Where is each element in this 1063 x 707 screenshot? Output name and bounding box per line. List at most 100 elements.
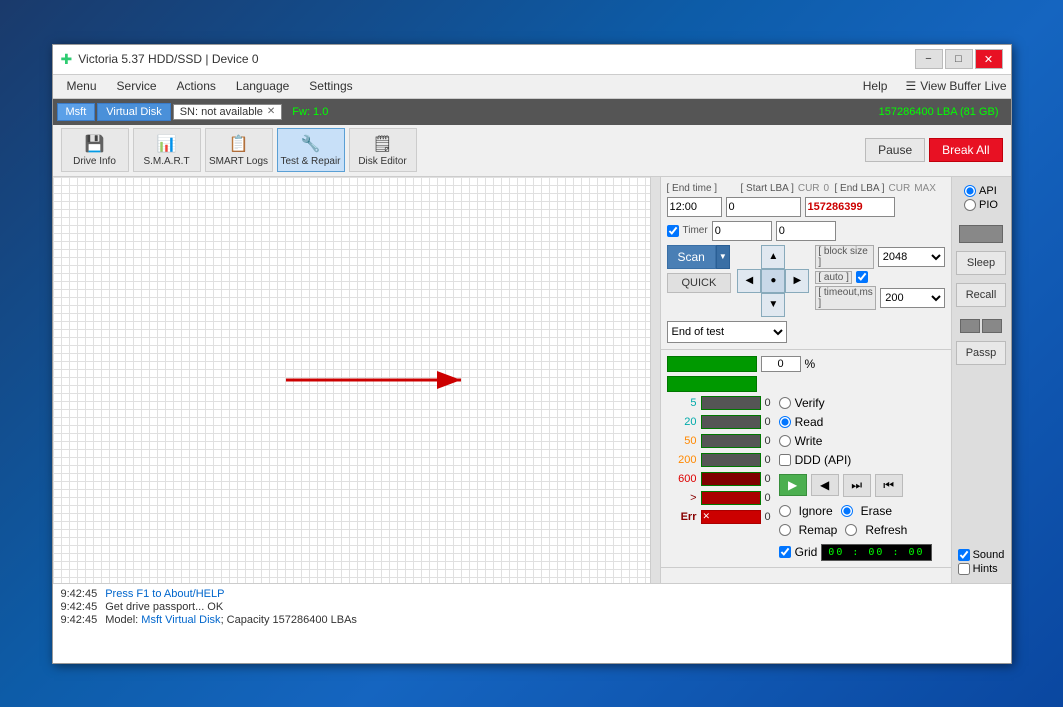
pio-radio-item: PIO [964,199,998,211]
scan-dropdown-arrow[interactable]: ▼ [716,245,730,269]
diamond-empty-tl [737,245,761,269]
end-of-test-select[interactable]: End of test Restart Shutdown [667,321,787,343]
end-lba-input[interactable] [805,197,895,217]
diamond-center[interactable]: ● [761,269,785,293]
menu-item-help[interactable]: Help [853,77,898,95]
diamond-down[interactable]: ▼ [761,293,785,317]
stat-bar-err: ✕ [701,510,761,524]
read-radio[interactable] [779,416,791,428]
cur-label1: CUR [798,183,820,194]
hints-checkbox[interactable] [958,563,970,575]
diamond-up[interactable]: ▲ [761,245,785,269]
log-model-vdisk: Virtual Disk [165,614,220,626]
auto-checkbox[interactable] [856,271,868,283]
right-panel: [ End time ] [ Start LBA ] CUR 0 [ End L… [661,177,951,583]
scan-scrollbar[interactable] [650,177,660,583]
close-button[interactable]: ✕ [975,49,1003,69]
progress-pct-input[interactable] [761,356,801,372]
title-bar: ✚ Victoria 5.37 HDD/SSD | Device 0 − □ ✕ [53,45,1011,75]
sleep-button[interactable]: Sleep [956,251,1006,275]
smart-button[interactable]: 📊 S.M.A.R.T [133,128,201,172]
menu-bar: Menu Service Actions Language Settings H… [53,75,1011,99]
stat-row-20: 20 0 [667,415,771,429]
right-controls: Verify Read Write DDD [779,396,945,561]
cur-label2: CUR [889,183,911,194]
lba-label: 157286400 LBA (81 GB) [879,106,999,118]
err-x-icon: ✕ [703,511,711,522]
log-model-prefix: Model: [105,614,141,626]
menu-item-menu[interactable]: Menu [57,77,107,95]
menu-item-service[interactable]: Service [107,77,167,95]
main-content: [ End time ] [ Start LBA ] CUR 0 [ End L… [53,177,1011,583]
cur-val1: 0 [824,183,830,194]
erase-radio[interactable] [841,505,853,517]
write-radio[interactable] [779,435,791,447]
sound-checkbox[interactable] [958,549,970,561]
play-button[interactable]: ▶ [779,474,807,496]
app-icon: ✚ [61,51,73,68]
scan-dropdown: Scan ▼ [667,245,732,269]
recall-button[interactable]: Recall [956,283,1006,307]
diamond-right[interactable]: ▶ [785,269,809,293]
pio-radio[interactable] [964,199,976,211]
sound-label: Sound [973,549,1005,561]
maximize-button[interactable]: □ [945,49,973,69]
end-time-input[interactable] [667,197,722,217]
ddd-checkbox[interactable] [779,454,791,466]
smart-logs-button[interactable]: 📋 SMART Logs [205,128,273,172]
ignore-radio[interactable] [779,505,791,517]
timer-label: Timer [683,225,708,236]
grid-checkbox[interactable] [779,546,791,558]
start-lba-input[interactable] [726,197,801,217]
menu-item-actions[interactable]: Actions [167,77,226,95]
api-radio[interactable] [964,185,976,197]
mini-button-3[interactable] [982,319,1002,333]
verify-radio[interactable] [779,397,791,409]
remap-radio[interactable] [779,524,791,536]
hamburger-icon: ☰ [905,79,916,93]
drive-info-button[interactable]: 💾 Drive Info [61,128,129,172]
sn-close[interactable]: ✕ [267,106,275,117]
diamond-nav: ▲ ◀ ● ▶ ▼ [737,245,809,317]
view-buffer-button[interactable]: ☰ View Buffer Live [905,79,1006,93]
skip-end-button[interactable]: ⏮ [875,474,903,497]
stat-num-err: 0 [765,511,771,523]
break-all-button[interactable]: Break All [929,138,1002,162]
passp-button[interactable]: Passp [956,341,1006,365]
arrow-overlay [276,360,476,403]
skip-forward-button[interactable]: ⏭ [843,474,871,497]
diamond-left[interactable]: ◀ [737,269,761,293]
refresh-radio[interactable] [845,524,857,536]
toolbar-right: Pause Break All [865,138,1002,162]
sound-hints: Sound Hints [958,549,1005,575]
block-size-select[interactable]: 2048 512 1024 4096 [878,247,945,267]
disk-editor-button[interactable]: 🗒 Disk Editor [349,128,417,172]
device-bar: Msft Virtual Disk SN: not available ✕ Fw… [53,99,1011,125]
log-msg-0[interactable]: Press F1 to About/HELP [105,588,224,600]
timer-input[interactable] [712,221,772,241]
main-window: ✚ Victoria 5.37 HDD/SSD | Device 0 − □ ✕… [52,44,1012,664]
pct-sign: % [805,357,816,371]
scan-button[interactable]: Scan [667,245,716,269]
prev-button[interactable]: ◀ [811,474,839,496]
timer-checkbox[interactable] [667,225,679,237]
pause-button[interactable]: Pause [865,138,925,162]
test-repair-button[interactable]: 🔧 Test & Repair [277,128,345,172]
device-tab-msft[interactable]: Msft [57,103,96,121]
quick-button[interactable]: QUICK [667,273,732,293]
stat-num-5: 0 [765,397,771,409]
block-size-label: [ block size ] [815,245,873,269]
stat-label-50: 50 [667,435,697,447]
lba-box: 157286400 LBA (81 GB) [871,105,1007,119]
mini-button-1[interactable] [959,225,1003,243]
minimize-button[interactable]: − [915,49,943,69]
timer-max-input[interactable] [776,221,836,241]
log-time-0: 9:42:45 [61,588,98,600]
pio-label: PIO [979,199,998,211]
menu-item-language[interactable]: Language [226,77,299,95]
mini-button-2[interactable] [960,319,980,333]
api-label: API [979,185,997,197]
device-tab-virtual[interactable]: Virtual Disk [97,103,170,121]
timeout-select[interactable]: 200 100 500 [880,288,944,308]
menu-item-settings[interactable]: Settings [299,77,362,95]
